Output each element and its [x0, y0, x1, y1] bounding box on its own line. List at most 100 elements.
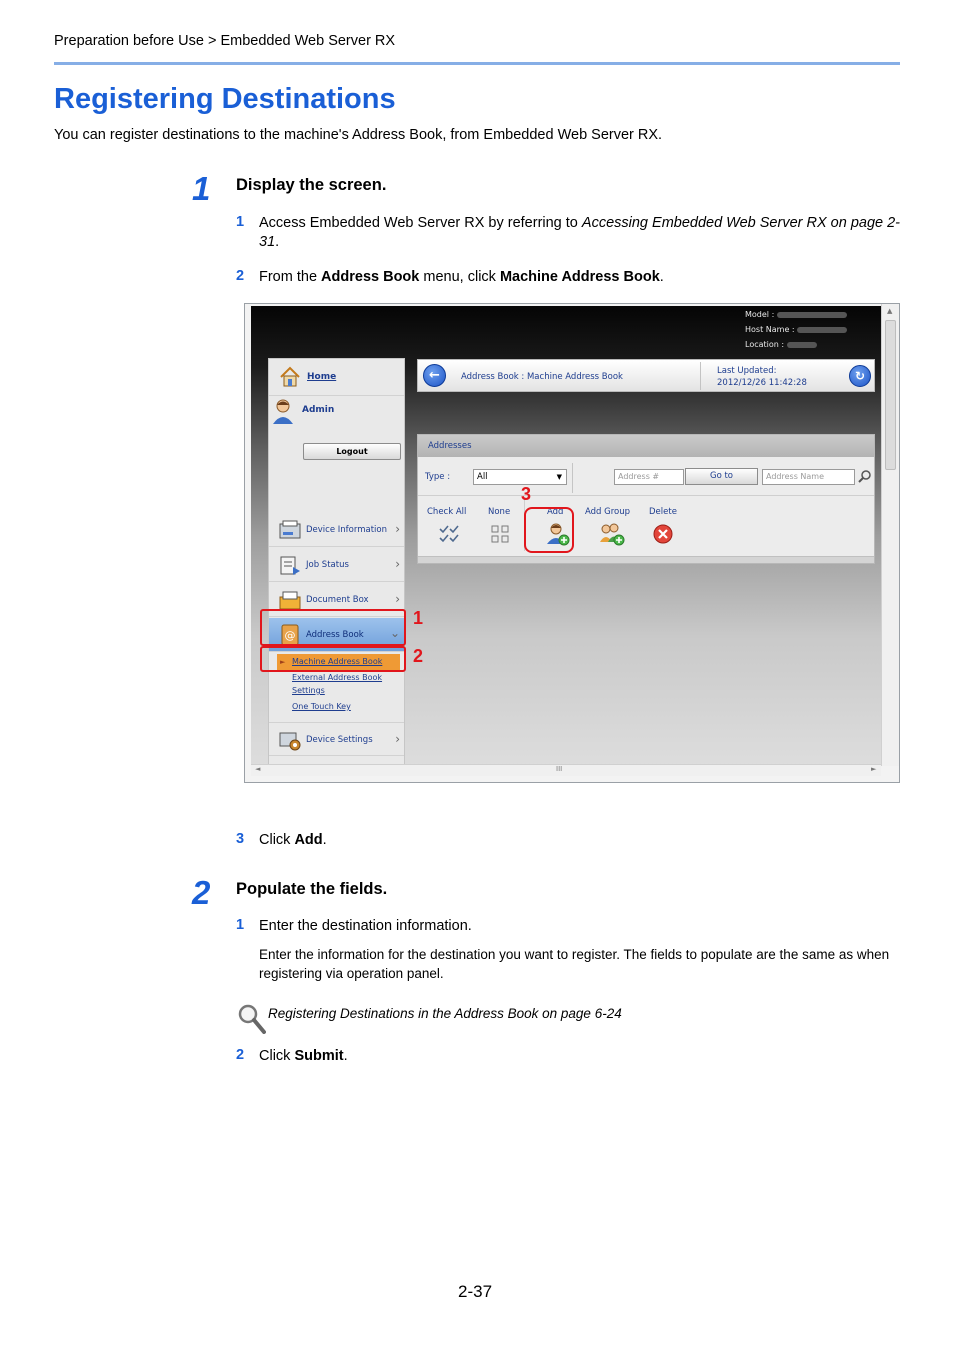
scroll-up-icon[interactable]: ▲ [887, 307, 892, 315]
last-updated-value: 2012/12/26 11:42:28 [717, 378, 807, 388]
callout-box-machine-address-book [260, 646, 406, 672]
admin-avatar-icon [273, 399, 293, 424]
button-name: Submit [294, 1048, 344, 1064]
submenu-one-touch-key[interactable]: One Touch Key [292, 702, 351, 711]
substep-text-part: Access Embedded Web Server RX by referri… [259, 215, 582, 231]
menu-item-name: Machine Address Book [499, 269, 660, 285]
step-number: 2 [192, 874, 211, 911]
redacted-value [776, 311, 847, 318]
callout-number: 2 [413, 646, 424, 666]
substep-text-part: Click [259, 832, 295, 848]
panel-footer [418, 556, 874, 563]
last-updated-label: Last Updated: [717, 366, 777, 376]
step-heading: Display the screen. [236, 176, 387, 194]
delete-label: Delete [649, 507, 677, 517]
info-label: Model : [745, 310, 775, 319]
divider [700, 362, 701, 390]
admin-label: Admin [302, 405, 335, 415]
substep-text-part: . [275, 234, 280, 250]
nav-device-information[interactable]: Device Information › [269, 513, 404, 547]
divider [572, 463, 573, 493]
callout-number: 1 [413, 608, 424, 628]
check-all-icon[interactable] [438, 523, 460, 545]
substep-note: Enter the information for the destinatio… [259, 947, 890, 981]
home-link[interactable]: Home [307, 372, 336, 382]
redacted-value [797, 326, 848, 333]
info-host: Host Name : [745, 325, 848, 334]
dropdown-arrow-icon: ▼ [556, 473, 562, 481]
last-updated: Last Updated: 2012/12/26 11:42:28 [717, 365, 807, 389]
substep-text-part: From the [259, 269, 322, 285]
info-label: Location : [745, 340, 785, 349]
top-bar: ← Address Book : Machine Address Book La… [417, 359, 875, 392]
nav-label: Device Settings [306, 735, 373, 745]
scroll-grip[interactable]: III [556, 765, 562, 773]
callout-box-add [524, 507, 574, 553]
home-icon [280, 366, 300, 387]
nav-label: Job Status [306, 560, 349, 570]
refresh-icon[interactable]: ↻ [849, 365, 871, 387]
scroll-right-icon[interactable]: ► [871, 765, 876, 773]
page-number: 2-37 [458, 1282, 493, 1301]
substep-text-part: . [659, 269, 664, 285]
menu-name: Address Book [321, 269, 420, 285]
addresses-panel: Addresses Type : All ▼ Address # Go to Ad… [417, 434, 875, 564]
substep-text-part: . [322, 832, 327, 848]
scroll-thumb[interactable] [885, 320, 896, 470]
nav-label: Device Information [306, 525, 387, 535]
scroll-left-icon[interactable]: ◄ [255, 765, 260, 773]
nav-home[interactable]: Home [269, 359, 404, 396]
chevron-right-icon: › [395, 522, 400, 536]
search-icon[interactable] [858, 469, 872, 483]
header-rule [54, 62, 900, 65]
intro-text: You can register destinations to the mac… [54, 127, 663, 143]
logout-button[interactable]: Logout [303, 443, 401, 460]
magnifier-icon [238, 1004, 266, 1034]
nav-job-status[interactable]: Job Status › [269, 548, 404, 582]
button-name: Add [294, 832, 323, 848]
callout-number: 3 [521, 484, 532, 504]
info-location: Location : [745, 340, 817, 349]
substep-text: Click Submit. [259, 1047, 904, 1066]
substep-text: Access Embedded Web Server RX by referri… [259, 214, 904, 252]
divider [418, 495, 874, 496]
job-status-icon [280, 556, 300, 575]
step-heading: Populate the fields. [236, 880, 388, 898]
type-label: Type : [425, 472, 451, 482]
left-navigation: Home Admin Logout Device Information › J… [268, 358, 405, 766]
chevron-right-icon: › [395, 592, 400, 606]
vertical-scrollbar[interactable]: ▲ [881, 304, 899, 766]
type-select-value: All [477, 472, 488, 482]
chevron-right-icon: › [395, 557, 400, 571]
type-select[interactable]: All ▼ [473, 469, 567, 485]
back-arrow-icon[interactable]: ← [423, 364, 446, 387]
page-title: Registering Destinations [54, 83, 396, 115]
go-to-button[interactable]: Go to [685, 468, 758, 485]
select-none-icon[interactable] [489, 523, 511, 545]
address-number-input[interactable]: Address # [614, 469, 684, 485]
breadcrumb: Preparation before Use > Embedded Web Se… [54, 33, 396, 49]
nav-label: Document Box [306, 595, 369, 605]
substep-text-part: menu, click [419, 269, 500, 285]
substep-number: 3 [236, 831, 245, 847]
redacted-value [786, 341, 817, 348]
add-group-icon[interactable] [599, 522, 625, 546]
submenu-settings[interactable]: Settings [292, 686, 325, 695]
submenu-external-address-book[interactable]: External Address Book [292, 673, 382, 682]
panel-title: Addresses [418, 435, 874, 457]
horizontal-scrollbar[interactable]: ◄ III ► [251, 764, 881, 776]
substep-number: 2 [236, 268, 245, 284]
reference-link[interactable]: Registering Destinations in the Address … [268, 1006, 622, 1021]
substep-number: 1 [236, 214, 245, 230]
callout-box-address-book [260, 609, 406, 646]
info-label: Host Name : [745, 325, 795, 334]
delete-icon[interactable] [652, 523, 674, 545]
address-name-input[interactable]: Address Name [762, 469, 855, 485]
device-settings-icon [279, 732, 301, 751]
substep-text-part: Click [259, 1048, 295, 1064]
ews-screenshot: Model : Host Name : Location : Home Admi… [244, 303, 900, 783]
substep-text: Click Add. [259, 831, 904, 850]
chevron-right-icon: › [395, 732, 400, 746]
substep-number: 1 [236, 917, 245, 933]
nav-device-settings[interactable]: Device Settings › [269, 722, 404, 756]
